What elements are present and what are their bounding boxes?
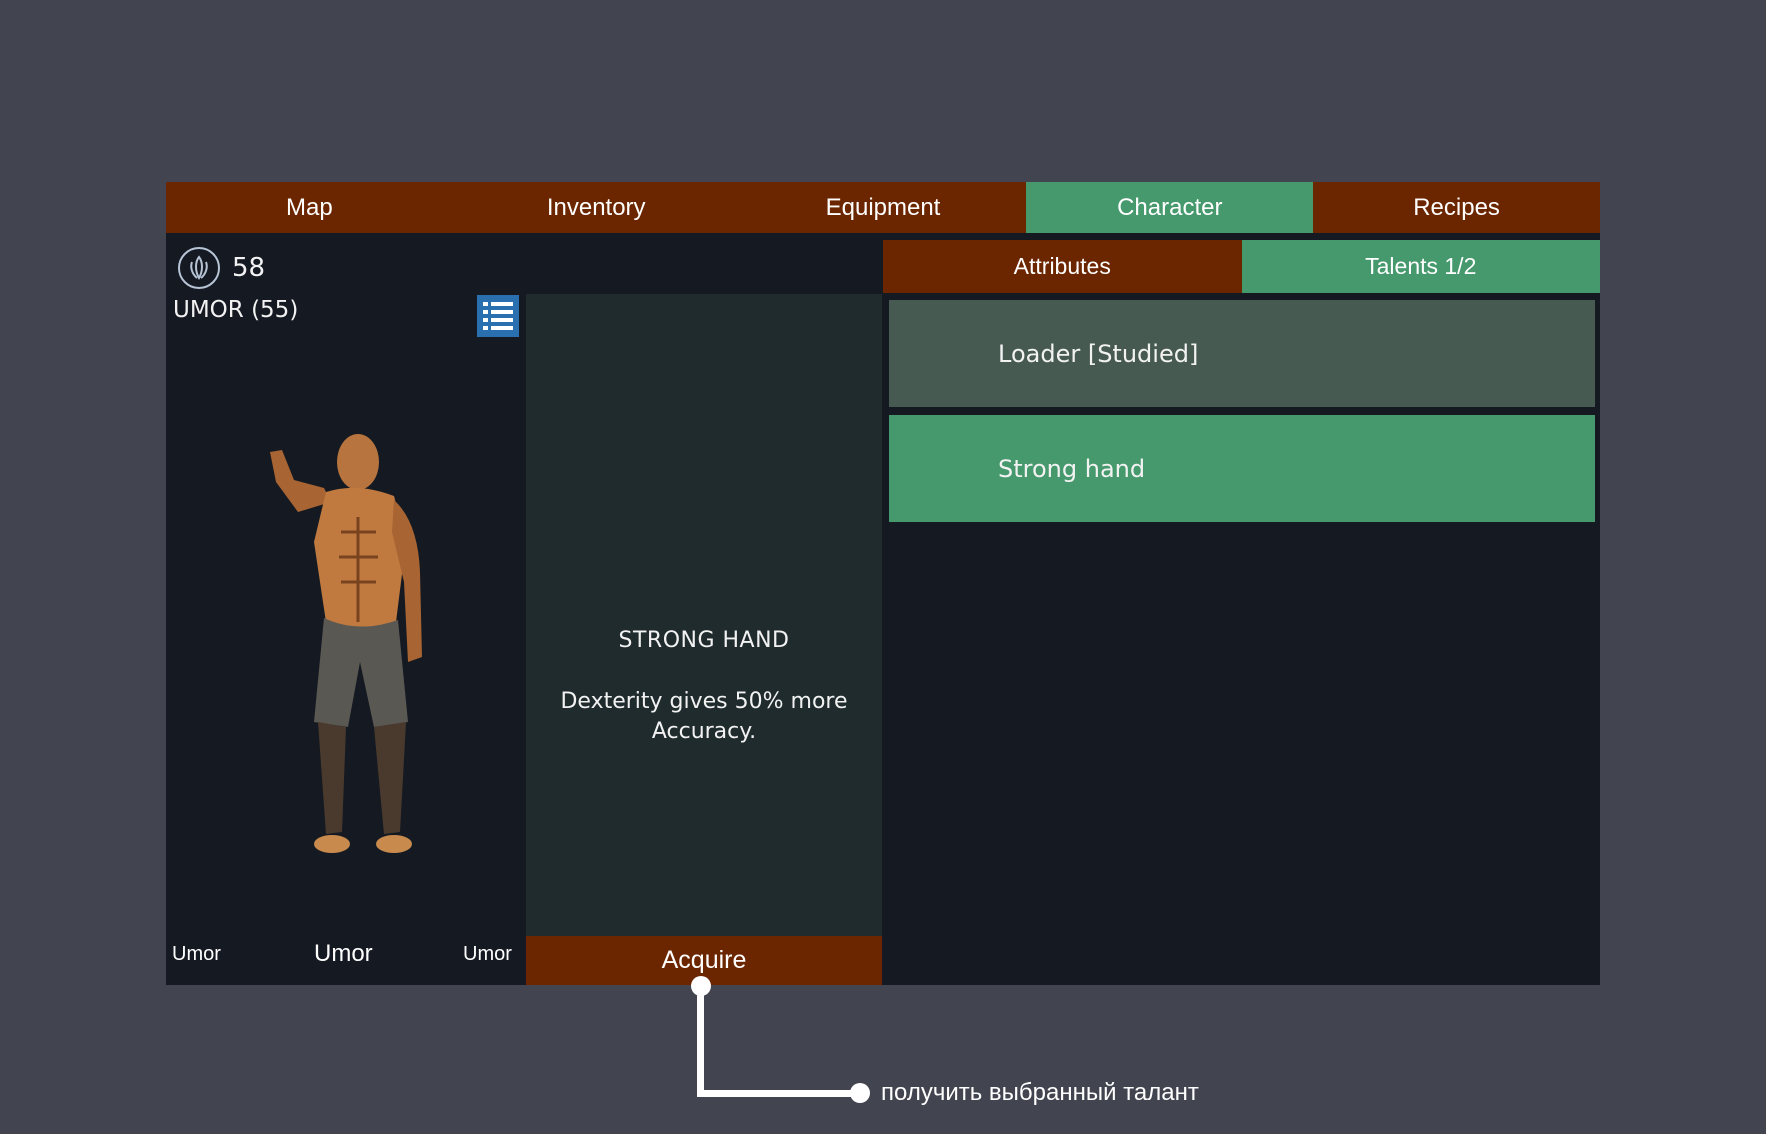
callout-line-horizontal: [697, 1090, 862, 1097]
character-name-level: UMOR (55): [173, 297, 299, 323]
crystal-icon: [178, 247, 220, 289]
character-bottom-labels: Umor Umor Umor: [166, 934, 525, 974]
talent-description-title: STRONG HAND: [618, 628, 790, 653]
tab-character[interactable]: Character: [1026, 182, 1314, 233]
tab-attributes[interactable]: Attributes: [883, 240, 1242, 293]
character-subtabs: Attributes Talents 1/2: [883, 240, 1600, 293]
tab-map[interactable]: Map: [166, 182, 453, 233]
callout-anchor-dot: [691, 976, 711, 996]
tab-recipes[interactable]: Recipes: [1313, 182, 1600, 233]
callout-end-dot: [850, 1083, 870, 1103]
tab-inventory[interactable]: Inventory: [452, 182, 740, 233]
callout-text: получить выбранный талант: [881, 1079, 1199, 1106]
character-label-right: Umor: [463, 943, 512, 965]
currency-value: 58: [232, 253, 266, 283]
talent-description-panel: STRONG HAND Dexterity gives 50% more Acc…: [526, 294, 882, 936]
tab-talents[interactable]: Talents 1/2: [1241, 240, 1600, 293]
callout-line-vertical: [697, 985, 704, 1097]
talent-item-loader[interactable]: Loader [Studied]: [889, 300, 1595, 407]
talent-item-strong-hand[interactable]: Strong hand: [889, 415, 1595, 522]
tab-equipment[interactable]: Equipment: [739, 182, 1027, 233]
character-label-left: Umor: [172, 943, 221, 965]
game-window: Map Inventory Equipment Character Recipe…: [166, 182, 1600, 985]
talent-description-text: Dexterity gives 50% more Accuracy.: [560, 689, 848, 744]
character-label-center: Umor: [314, 940, 373, 967]
list-icon[interactable]: [477, 295, 519, 337]
main-tabs: Map Inventory Equipment Character Recipe…: [166, 182, 1600, 233]
currency-display: 58: [178, 246, 265, 290]
character-portrait: [270, 434, 422, 853]
